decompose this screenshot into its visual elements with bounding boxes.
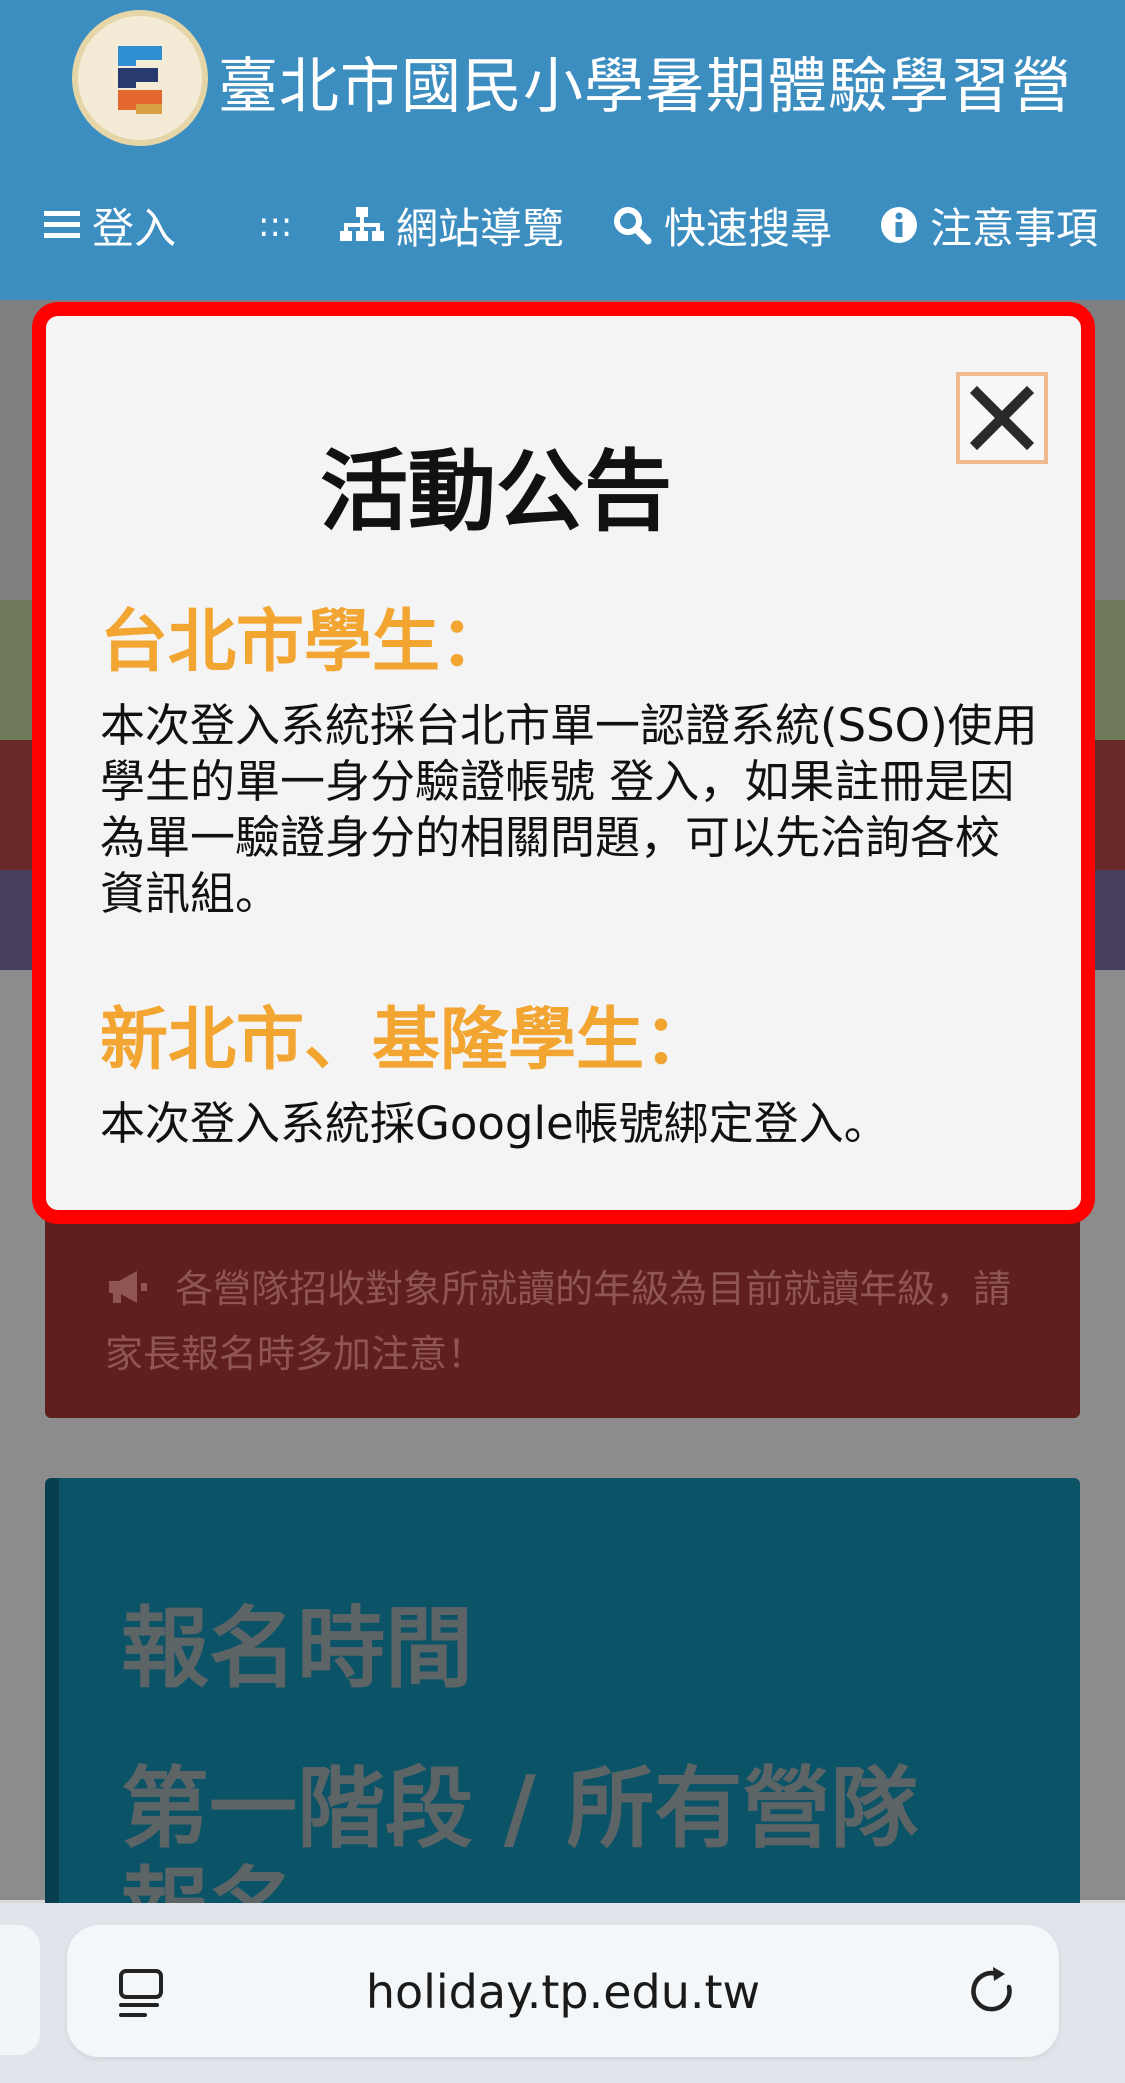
nav-notice-label: 注意事項 [930, 203, 1099, 253]
modal-title: 活動公告 [319, 440, 672, 543]
logo-icon [80, 18, 200, 138]
menu-icon [44, 209, 80, 241]
nav-sitemap[interactable]: 網站導覽 [340, 190, 564, 260]
nav-sitemap-label: 網站導覽 [396, 203, 565, 253]
previous-tab[interactable] [0, 1925, 40, 2055]
sitemap-icon [340, 207, 384, 243]
nav-notice[interactable]: 注意事項 [880, 190, 1098, 260]
top-nav: 登入 ::: 網站導覽 快速搜尋 注意事項 [0, 190, 1125, 260]
info-icon [880, 206, 918, 244]
nav-search-label: 快速搜尋 [664, 203, 833, 253]
taipei-body: 本次登入系統採台北市單一認證系統(SSO)使用 學生的單一身分驗證帳號 登入，如… [100, 699, 1038, 920]
browser-toolbar: holiday.tp.edu.tw [0, 1903, 1125, 2083]
newtaipei-heading: 新北市、基隆學生： [100, 1001, 713, 1080]
signup-period-box: 報名時間 第一階段 / 所有營隊 報名 [45, 1478, 1080, 1960]
close-button[interactable] [956, 372, 1048, 464]
nav-login[interactable]: 登入 [44, 190, 176, 260]
close-icon [969, 385, 1035, 451]
megaphone-icon [105, 1261, 149, 1323]
nav-login-label: 登入 [92, 203, 177, 253]
newtaipei-body: 本次登入系統採Google帳號綁定登入。 [100, 1097, 889, 1150]
grade-notice-box: 各營隊招收對象所就讀的年級為目前就讀年級，請家長報名時多加注意！ [45, 1210, 1080, 1418]
taipei-heading: 台北市學生： [100, 603, 509, 682]
address-bar[interactable]: holiday.tp.edu.tw [67, 1925, 1059, 2057]
site-title[interactable]: 臺北市國民小學暑期體驗學習營 [218, 38, 1072, 125]
site-header: 臺北市國民小學暑期體驗學習營 登入 ::: 網站導覽 快速搜尋 注意事項 [0, 0, 1125, 300]
signup-title: 報名時間 [121, 1597, 474, 1700]
site-logo[interactable] [72, 10, 208, 146]
search-icon [612, 205, 652, 245]
announcement-modal: 活動公告 台北市學生： 本次登入系統採台北市單一認證系統(SSO)使用 學生的單… [32, 302, 1095, 1224]
grade-notice-text: 各營隊招收對象所就讀的年級為目前就讀年級，請家長報名時多加注意！ [105, 1267, 1012, 1376]
nav-search[interactable]: 快速搜尋 [612, 190, 832, 260]
nav-accesskey[interactable]: ::: [258, 190, 292, 260]
url-text[interactable]: holiday.tp.edu.tw [67, 1965, 1059, 2019]
reload-icon[interactable] [967, 1965, 1019, 2021]
